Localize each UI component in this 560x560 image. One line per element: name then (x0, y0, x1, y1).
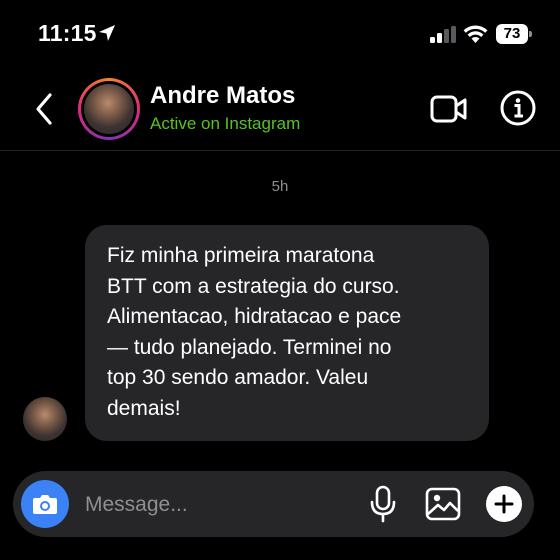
message-line: — tudo planejado. Terminei no (107, 335, 392, 359)
contact-name[interactable]: Andre Matos (150, 82, 295, 110)
battery-indicator: 73 (496, 24, 534, 44)
message-bubble[interactable]: Fiz minha primeira maratona BTT com a es… (85, 225, 489, 441)
sender-avatar[interactable] (23, 397, 67, 441)
chat-header: Andre Matos Active on Instagram (0, 68, 560, 151)
message-input[interactable] (85, 490, 345, 520)
battery-percent: 73 (503, 25, 521, 42)
message-composer (13, 471, 534, 537)
contact-status: Active on Instagram (150, 114, 301, 133)
cellular-signal-icon (430, 26, 456, 43)
camera-button[interactable] (21, 480, 69, 528)
status-bar: 11:15 73 (0, 0, 560, 68)
location-arrow-icon (99, 25, 115, 41)
image-gallery-icon[interactable] (425, 487, 461, 521)
chevron-left-icon[interactable] (34, 92, 54, 126)
wifi-icon (463, 25, 488, 43)
camera-icon (33, 495, 57, 514)
video-camera-icon[interactable] (430, 94, 468, 124)
microphone-icon[interactable] (369, 485, 397, 523)
plus-button[interactable] (486, 486, 522, 522)
message-line: BTT com a estrategia do curso. (107, 274, 400, 298)
info-icon[interactable] (500, 90, 536, 126)
message-timestamp: 5h (271, 178, 289, 195)
message-line: top 30 sendo amador. Valeu (107, 366, 369, 389)
avatar-photo (84, 84, 134, 134)
contact-avatar[interactable] (78, 78, 140, 140)
message-line: demais! (107, 396, 181, 420)
plus-icon (494, 494, 514, 514)
status-time: 11:15 (38, 20, 97, 46)
message-line: Fiz minha primeira maratona (107, 244, 375, 267)
message-line: Alimentacao, hidratacao e pace (107, 305, 402, 328)
